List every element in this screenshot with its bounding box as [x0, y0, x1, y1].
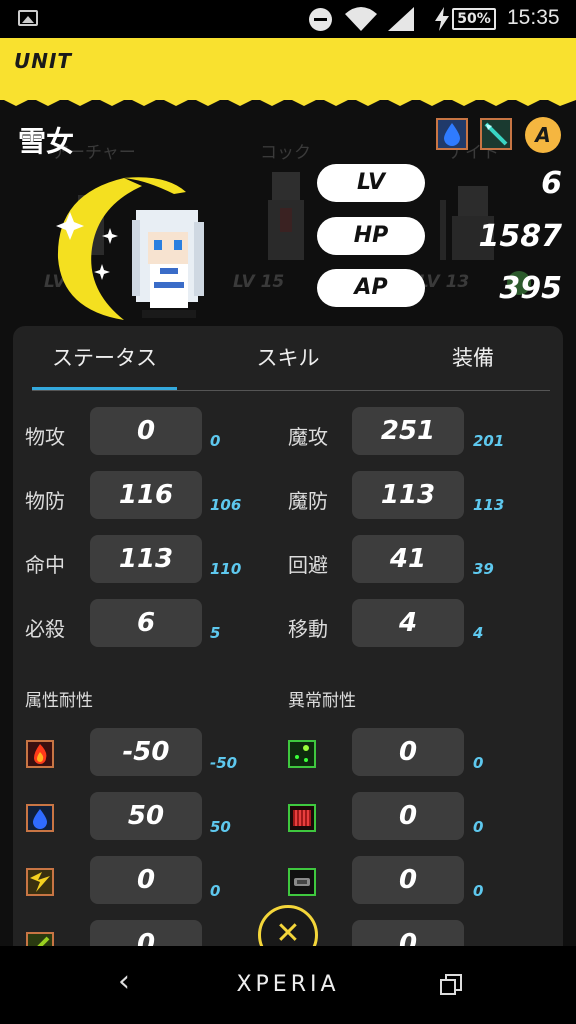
rank-badge: A [525, 117, 561, 153]
background-unit-label: コック [260, 143, 311, 163]
brand-logo: XPERIA [236, 972, 340, 997]
stat-base-value: 4 [473, 624, 484, 642]
tab-equipment[interactable]: 装備 [403, 326, 543, 390]
navigation-bar: ‹ XPERIA [0, 946, 576, 1024]
stat-base-value: 113 [473, 496, 505, 514]
status-card: ステータス スキル 装備 物攻 0 0 物防 116 106 命中 113 11… [13, 326, 563, 966]
stat-label: 回避 [288, 553, 328, 577]
resistance-base-value: 50 [210, 818, 231, 836]
lv-value: 6 [541, 166, 562, 201]
stat-value: 41 [352, 535, 464, 583]
lance-icon [480, 118, 512, 150]
resistance-value: 0 [352, 728, 464, 776]
tab-skill[interactable]: スキル [213, 326, 363, 390]
ailment-resistance-title: 異常耐性 [288, 691, 356, 711]
charging-icon [435, 7, 449, 31]
element-resistance-title: 属性耐性 [25, 691, 93, 711]
clock: 15:35 [507, 6, 560, 29]
resistance-base-value: 0 [473, 882, 484, 900]
recent-apps-button[interactable] [440, 974, 462, 996]
stat-label: 魔攻 [288, 425, 328, 449]
resistance-base-value: 0 [210, 882, 221, 900]
stat-base-value: 5 [210, 624, 221, 642]
resistance-base-value: 0 [473, 818, 484, 836]
ap-value: 395 [499, 271, 562, 306]
image-notification-icon [18, 10, 38, 26]
hp-pill: HP [317, 217, 425, 255]
water-icon [26, 804, 54, 832]
signal-icon [388, 7, 414, 31]
stat-value: 113 [90, 535, 202, 583]
stat-base-value: 39 [473, 560, 494, 578]
seal-icon [288, 868, 316, 896]
stat-label: 物攻 [25, 425, 65, 449]
stat-value: 251 [352, 407, 464, 455]
unit-sprite [56, 177, 204, 320]
background-unit-level: LV 15 [233, 272, 285, 292]
hp-value: 1587 [478, 219, 563, 254]
do-not-disturb-icon [309, 8, 332, 31]
thunder-icon [26, 868, 54, 896]
stat-value: 4 [352, 599, 464, 647]
background-unit-level: LV 13 [418, 272, 470, 292]
stat-label: 移動 [288, 617, 328, 641]
stat-value: 116 [90, 471, 202, 519]
unit-name: 雪女 [18, 125, 75, 158]
water-drop-icon [436, 118, 468, 150]
stat-value: 6 [90, 599, 202, 647]
page-title: UNIT [14, 49, 73, 73]
stat-value: 0 [90, 407, 202, 455]
stat-base-value: 106 [210, 496, 242, 514]
ap-pill: AP [317, 269, 425, 307]
stat-value: 113 [352, 471, 464, 519]
tab-divider [32, 390, 550, 391]
resistance-base-value: -50 [210, 754, 238, 772]
resistance-value: 50 [90, 792, 202, 840]
stat-base-value: 0 [210, 432, 221, 450]
stat-label: 魔防 [288, 489, 328, 513]
stat-label: 物防 [25, 489, 65, 513]
resistance-base-value: 0 [473, 754, 484, 772]
poison-icon [288, 740, 316, 768]
banner-zigzag-edge [0, 90, 576, 106]
stat-label: 命中 [25, 553, 65, 577]
resistance-value: 0 [352, 792, 464, 840]
resistance-value: 0 [352, 856, 464, 904]
battery-indicator: 50% [452, 8, 496, 30]
status-bar: 50% 15:35 [0, 0, 576, 38]
stat-label: 必殺 [25, 617, 65, 641]
resistance-value: 0 [90, 856, 202, 904]
wifi-icon [345, 7, 377, 31]
lv-pill: LV [317, 164, 425, 202]
stat-base-value: 201 [473, 432, 505, 450]
cook-sprite-ghost [268, 172, 304, 260]
stat-base-value: 110 [210, 560, 242, 578]
tab-status[interactable]: ステータス [32, 326, 177, 390]
resistance-value: -50 [90, 728, 202, 776]
paralysis-icon [288, 804, 316, 832]
fire-icon [26, 740, 54, 768]
